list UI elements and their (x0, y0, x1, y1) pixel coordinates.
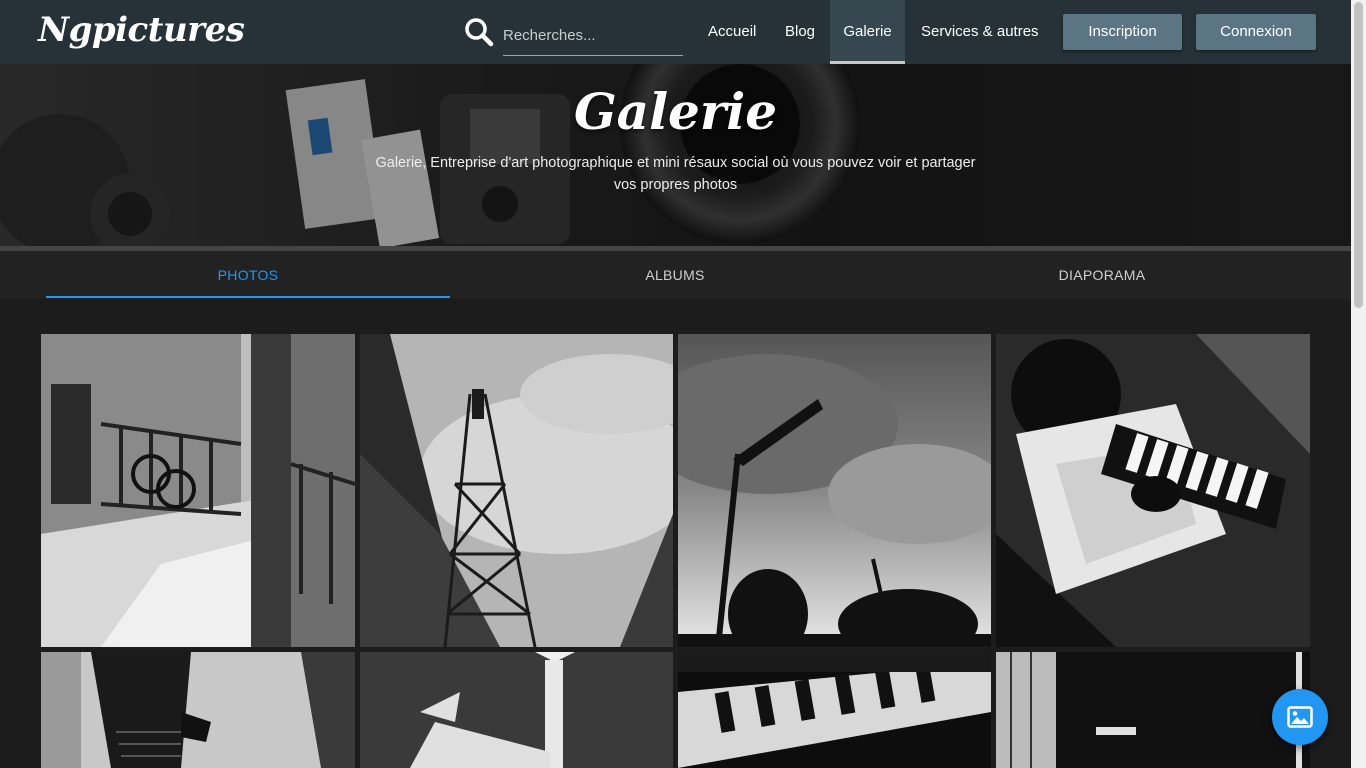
login-button[interactable]: Connexion (1196, 14, 1316, 50)
tab-albums[interactable]: ALBUMS (473, 251, 877, 299)
photo-player-image (996, 334, 1310, 647)
photo-hallway-image (996, 652, 1310, 768)
page-subtitle: Galerie, Entreprise d'art photographique… (375, 155, 976, 193)
photo-grid (0, 299, 1351, 768)
scrollbar-thumb[interactable] (1354, 2, 1363, 308)
photo-street-lamp-sky[interactable] (678, 334, 991, 647)
page-title: Galerie (573, 82, 778, 141)
page-scrollbar[interactable] (1351, 0, 1366, 768)
search-icon[interactable] (464, 17, 494, 47)
tab-photos[interactable]: PHOTOS (46, 251, 450, 299)
top-navbar: Ngpictures Accueil Blog Galerie Services… (0, 0, 1351, 64)
photo-piano-keys[interactable] (678, 652, 991, 768)
photo-keyboard-player[interactable] (996, 334, 1310, 647)
upload-photo-button[interactable] (1272, 689, 1328, 745)
nav-accueil[interactable]: Accueil (693, 0, 771, 64)
photo-hallway[interactable] (996, 652, 1310, 768)
photo-streetlamp-image (678, 334, 991, 647)
nav-services[interactable]: Services & autres (906, 0, 1054, 64)
photo-piano-image (678, 652, 991, 768)
photo-bicycle-image (41, 334, 355, 647)
gallery-tabs: PHOTOS ALBUMS DIAPORAMA (0, 251, 1351, 299)
photo-legs-walking[interactable] (41, 652, 355, 768)
page: Ngpictures Accueil Blog Galerie Services… (0, 0, 1366, 768)
site-logo[interactable]: Ngpictures (38, 10, 245, 50)
nav-blog[interactable]: Blog (770, 0, 830, 64)
photo-road-arrow[interactable] (360, 652, 673, 768)
hero-banner: Galerie Galerie, Entreprise d'art photog… (0, 64, 1351, 246)
tab-diaporama[interactable]: DIAPORAMA (900, 251, 1304, 299)
active-tab-indicator (46, 296, 450, 298)
search-input[interactable] (503, 14, 683, 56)
photo-road-image (360, 652, 673, 768)
nav-galerie[interactable]: Galerie (830, 0, 905, 64)
photo-legs-image (41, 652, 355, 768)
photo-tower-image (360, 334, 673, 647)
photo-telecom-tower[interactable] (360, 334, 673, 647)
photo-bicycle-corridor[interactable] (41, 334, 355, 647)
signup-button[interactable]: Inscription (1063, 14, 1182, 50)
image-icon (1287, 706, 1313, 728)
